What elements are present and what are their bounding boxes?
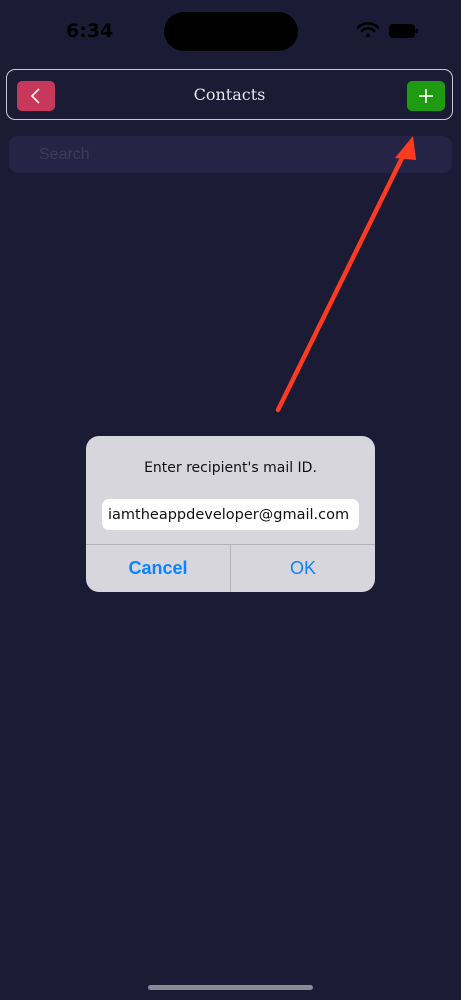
- plus-icon: [419, 89, 433, 103]
- page-title: Contacts: [193, 85, 266, 104]
- dynamic-island: [164, 12, 298, 51]
- cancel-button[interactable]: Cancel: [86, 545, 230, 592]
- search-input[interactable]: [9, 136, 452, 173]
- home-indicator: [148, 985, 313, 990]
- add-contact-button[interactable]: [407, 81, 445, 111]
- email-field[interactable]: [102, 499, 359, 530]
- ok-button[interactable]: OK: [231, 545, 375, 592]
- wifi-icon: [357, 22, 379, 38]
- navigation-bar: Contacts: [6, 69, 453, 120]
- search-bar[interactable]: [9, 136, 452, 173]
- status-bar: 6:34: [0, 0, 461, 60]
- alert-message: Enter recipient's mail ID.: [144, 460, 317, 476]
- battery-icon: [389, 24, 418, 38]
- alert-dialog: Enter recipient's mail ID. Cancel OK: [86, 436, 375, 592]
- status-time: 6:34: [66, 20, 114, 42]
